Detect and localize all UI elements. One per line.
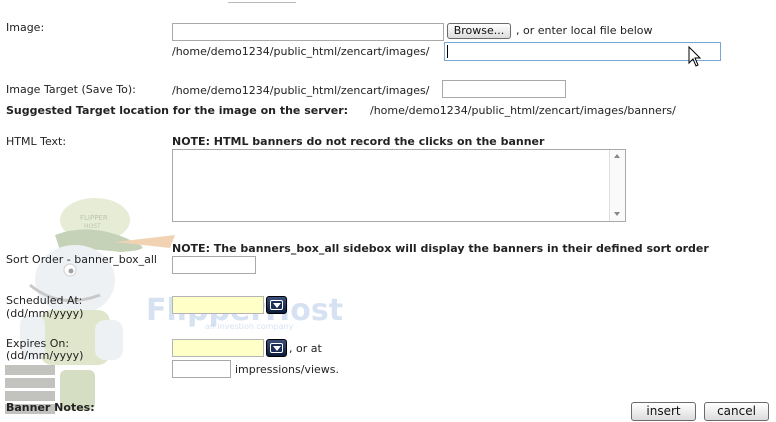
impressions-input[interactable] xyxy=(172,360,231,378)
calendar-dropdown-icon xyxy=(270,300,283,310)
image-label: Image: xyxy=(6,21,45,34)
cancel-button[interactable]: cancel xyxy=(704,402,769,421)
scheduled-at-input[interactable] xyxy=(172,296,264,314)
top-field-remnant xyxy=(228,0,296,3)
scheduled-at-label: Scheduled At: xyxy=(6,294,83,307)
html-text-textarea[interactable] xyxy=(172,149,626,222)
banner-notes-label: Banner Notes: xyxy=(6,401,95,414)
sort-order-input[interactable] xyxy=(172,256,256,274)
image-file-input[interactable] xyxy=(172,23,444,41)
sort-order-label: Sort Order - banner_box_all xyxy=(6,253,157,266)
image-target-input[interactable] xyxy=(442,80,566,98)
insert-button[interactable]: insert xyxy=(631,402,696,421)
expires-on-input[interactable] xyxy=(172,339,264,357)
scroll-up-icon[interactable] xyxy=(614,154,620,158)
expires-calendar-button[interactable] xyxy=(266,339,287,357)
scroll-down-icon[interactable] xyxy=(614,212,620,216)
expires-on-format: (dd/mm/yyyy) xyxy=(6,349,84,362)
watermark-tagline: an investion company xyxy=(205,322,294,331)
textarea-scrollbar[interactable] xyxy=(609,150,625,221)
scheduled-at-format: (dd/mm/yyyy) xyxy=(6,307,84,320)
suggested-location-label: Suggested Target location for the image … xyxy=(6,104,349,117)
or-local-text: , or enter local file below xyxy=(516,24,653,37)
mouse-pointer-icon xyxy=(688,46,702,67)
impressions-text: impressions/views. xyxy=(235,363,340,376)
html-text-label: HTML Text: xyxy=(6,135,67,148)
text-cursor xyxy=(447,45,448,58)
html-text-note: NOTE: HTML banners do not record the cli… xyxy=(172,135,545,148)
mascot-cap-text-2: HOST xyxy=(84,223,101,230)
local-file-input[interactable] xyxy=(444,42,721,61)
or-at-text: , or at xyxy=(289,342,322,355)
sort-order-note: NOTE: The banners_box_all sidebox will d… xyxy=(172,242,709,255)
mascot-cap-text: FLIPPER xyxy=(80,214,108,222)
browse-button[interactable]: Browse... xyxy=(447,23,511,39)
calendar-dropdown-icon xyxy=(270,343,283,353)
local-path-prefix: /home/demo1234/public_html/zencart/image… xyxy=(172,45,430,58)
target-path-prefix: /home/demo1234/public_html/zencart/image… xyxy=(172,84,430,97)
image-target-label: Image Target (Save To): xyxy=(6,83,136,96)
scheduled-calendar-button[interactable] xyxy=(266,296,287,314)
suggested-location-path: /home/demo1234/public_html/zencart/image… xyxy=(370,104,676,117)
